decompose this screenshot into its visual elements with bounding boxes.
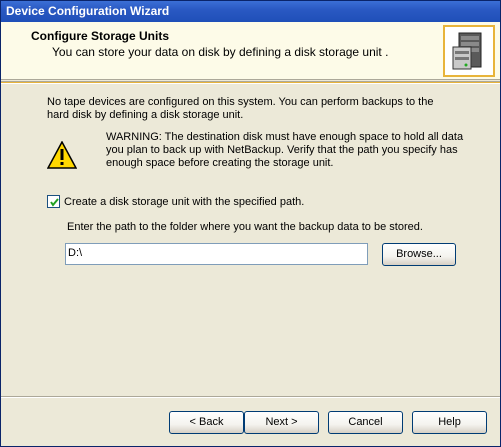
create-storage-unit-checkbox[interactable] (47, 195, 60, 208)
header-divider (1, 81, 500, 84)
page-title: Configure Storage Units (31, 29, 170, 43)
create-storage-unit-checkbox-row[interactable]: Create a disk storage unit with the spec… (47, 195, 304, 208)
wizard-window: Device Configuration Wizard Configure St… (0, 0, 501, 447)
checkbox-label[interactable]: Create a disk storage unit with the spec… (64, 196, 304, 208)
info-text: No tape devices are configured on this s… (47, 96, 434, 121)
server-icon (443, 25, 495, 77)
title-bar: Device Configuration Wizard (1, 1, 500, 22)
wizard-header: Configure Storage Units You can store yo… (1, 22, 500, 80)
footer-divider (1, 396, 500, 398)
page-subtitle: You can store your data on disk by defin… (52, 45, 389, 59)
cancel-button[interactable]: Cancel (328, 411, 403, 434)
next-button[interactable]: Next > (244, 411, 319, 434)
browse-button[interactable]: Browse... (382, 243, 456, 266)
path-input[interactable]: D:\ (65, 243, 368, 265)
help-button[interactable]: Help (412, 411, 487, 434)
window-title: Device Configuration Wizard (6, 4, 170, 18)
checkmark-icon (50, 198, 59, 207)
warning-text: WARNING: The destination disk must have … (106, 131, 464, 169)
back-button[interactable]: < Back (169, 411, 244, 434)
warning-icon (46, 140, 78, 172)
path-label: Enter the path to the folder where you w… (67, 221, 423, 233)
